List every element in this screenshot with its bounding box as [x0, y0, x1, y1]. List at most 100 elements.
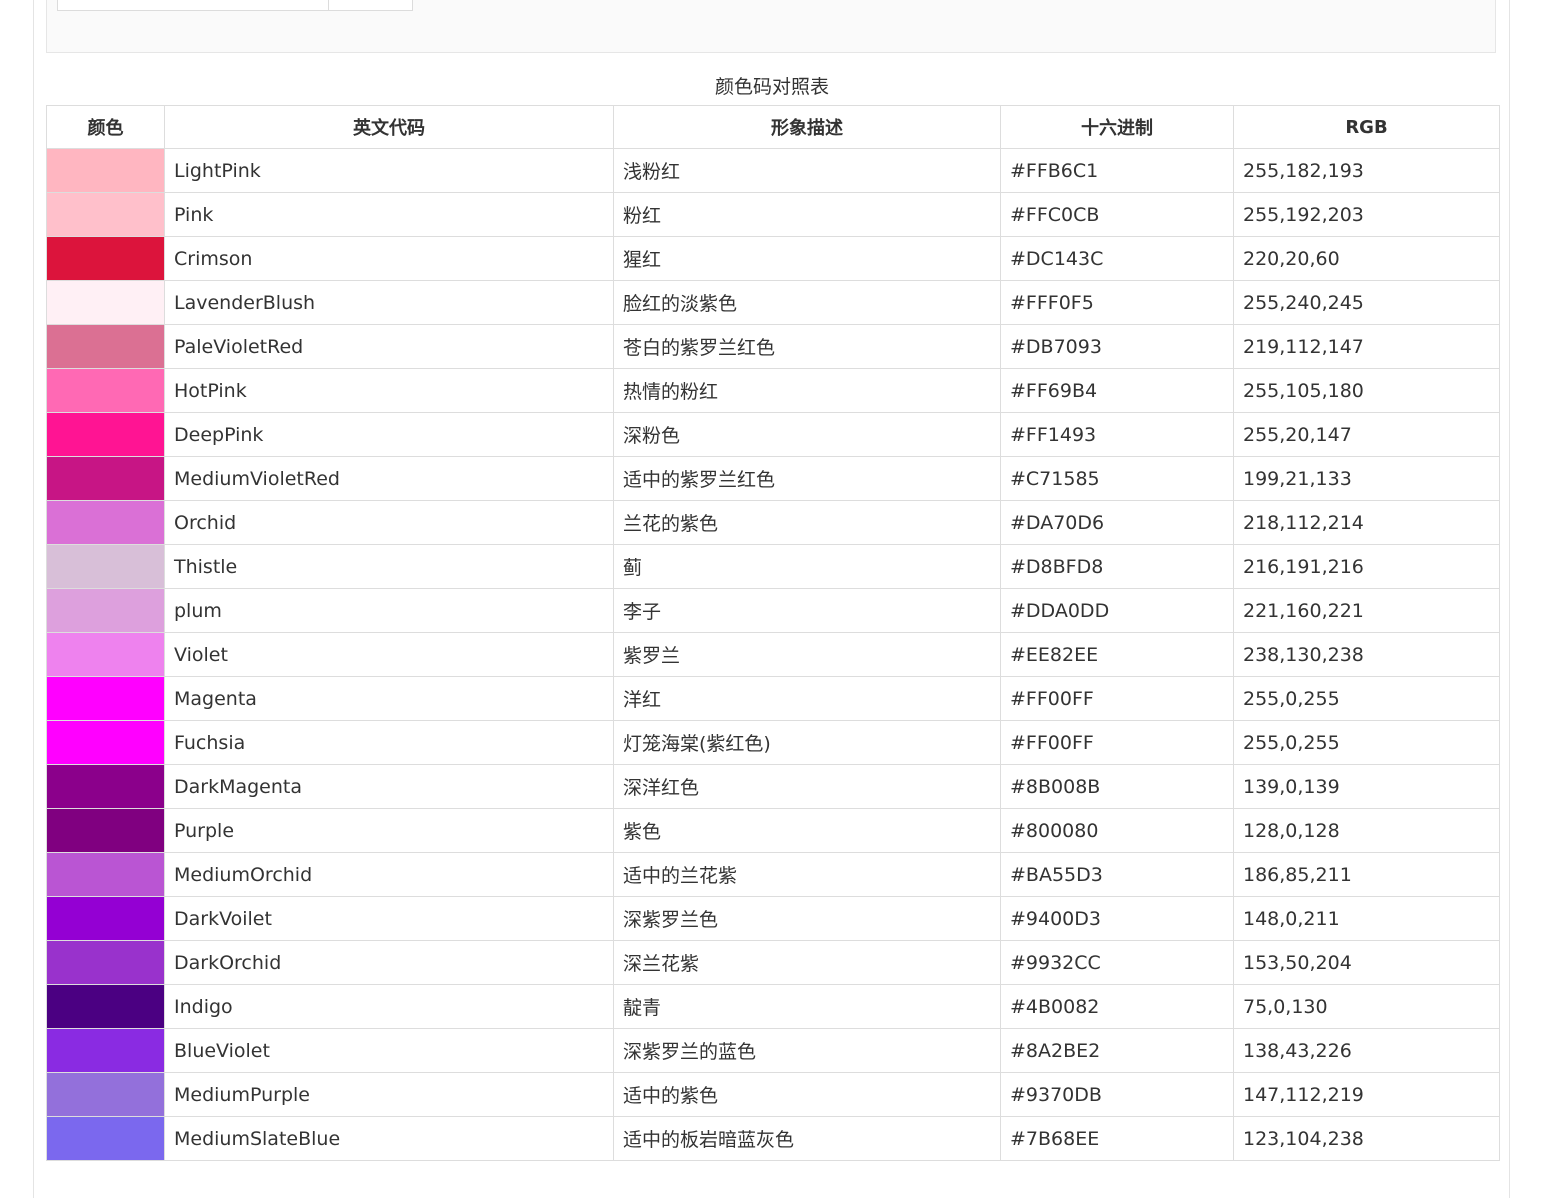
- color-rgb-cell: 220,20,60: [1233, 236, 1500, 281]
- color-desc-cell: 适中的板岩暗蓝灰色: [613, 1116, 1001, 1161]
- color-rgb-cell: 255,182,193: [1233, 148, 1500, 193]
- color-desc-cell: 脸红的淡紫色: [613, 280, 1001, 325]
- color-desc-cell: 李子: [613, 588, 1001, 633]
- article-content: 颜色码对照表 颜色 英文代码 形象描述 十六进制 RGB LightPink 浅粉…: [33, 0, 1510, 1198]
- color-name-cell: DeepPink: [164, 412, 614, 457]
- color-hex-cell: #EE82EE: [1000, 632, 1234, 677]
- color-swatch: [47, 149, 164, 192]
- color-rgb-cell: 218,112,214: [1233, 500, 1500, 545]
- table-row: HotPink 热情的粉红 #FF69B4 255,105,180: [46, 368, 1500, 413]
- color-swatch: [47, 1029, 164, 1072]
- color-swatch: [47, 237, 164, 280]
- color-swatch: [47, 941, 164, 984]
- color-swatch-cell: [46, 940, 165, 985]
- table-row: PaleVioletRed 苍白的紫罗兰红色 #DB7093 219,112,147: [46, 324, 1500, 369]
- color-rgb-cell: 238,130,238: [1233, 632, 1500, 677]
- table-row: Fuchsia 灯笼海棠(紫红色) #FF00FF 255,0,255: [46, 720, 1500, 765]
- color-swatch-cell: [46, 456, 165, 501]
- table-row: DarkMagenta 深洋红色 #8B008B 139,0,139: [46, 764, 1500, 809]
- table-row: plum 李子 #DDA0DD 221,160,221: [46, 588, 1500, 633]
- table-row: Orchid 兰花的紫色 #DA70D6 218,112,214: [46, 500, 1500, 545]
- color-rgb-cell: 75,0,130: [1233, 984, 1500, 1029]
- color-swatch-cell: [46, 148, 165, 193]
- table-row: DarkVoilet 深紫罗兰色 #9400D3 148,0,211: [46, 896, 1500, 941]
- color-desc-cell: 紫罗兰: [613, 632, 1001, 677]
- color-rgb-cell: 153,50,204: [1233, 940, 1500, 985]
- color-hex-cell: #DC143C: [1000, 236, 1234, 281]
- color-swatch-cell: [46, 412, 165, 457]
- color-hex-cell: #DB7093: [1000, 324, 1234, 369]
- color-name-cell: DarkMagenta: [164, 764, 614, 809]
- table-row: DarkOrchid 深兰花紫 #9932CC 153,50,204: [46, 940, 1500, 985]
- color-name-cell: Pink: [164, 192, 614, 237]
- table-caption: 颜色码对照表: [714, 76, 829, 98]
- color-swatch: [47, 457, 164, 500]
- color-hex-cell: #800080: [1000, 808, 1234, 853]
- color-swatch: [47, 413, 164, 456]
- table-row: BlueViolet 深紫罗兰的蓝色 #8A2BE2 138,43,226: [46, 1028, 1500, 1073]
- color-hex-cell: #FF00FF: [1000, 720, 1234, 765]
- color-name-cell: Crimson: [164, 236, 614, 281]
- color-swatch: [47, 1073, 164, 1116]
- color-desc-cell: 兰花的紫色: [613, 500, 1001, 545]
- color-name-cell: plum: [164, 588, 614, 633]
- color-rgb-cell: 255,240,245: [1233, 280, 1500, 325]
- color-swatch: [47, 369, 164, 412]
- color-name-cell: Fuchsia: [164, 720, 614, 765]
- color-name-cell: MediumVioletRed: [164, 456, 614, 501]
- table-row: Crimson 猩红 #DC143C 220,20,60: [46, 236, 1500, 281]
- color-name-cell: BlueViolet: [164, 1028, 614, 1073]
- color-rgb-cell: 148,0,211: [1233, 896, 1500, 941]
- color-name-cell: Magenta: [164, 676, 614, 721]
- color-hex-cell: #9932CC: [1000, 940, 1234, 985]
- color-swatch: [47, 765, 164, 808]
- table-row: Violet 紫罗兰 #EE82EE 238,130,238: [46, 632, 1500, 677]
- color-hex-cell: #D8BFD8: [1000, 544, 1234, 589]
- color-swatch-cell: [46, 632, 165, 677]
- color-swatch-cell: [46, 764, 165, 809]
- color-desc-cell: 深粉色: [613, 412, 1001, 457]
- color-hex-cell: #DA70D6: [1000, 500, 1234, 545]
- table-row: MediumSlateBlue 适中的板岩暗蓝灰色 #7B68EE 123,104,2…: [46, 1116, 1500, 1161]
- color-desc-cell: 洋红: [613, 676, 1001, 721]
- color-swatch-cell: [46, 1072, 165, 1117]
- table-header-row: 颜色 英文代码 形象描述 十六进制 RGB: [46, 105, 1500, 149]
- color-desc-cell: 苍白的紫罗兰红色: [613, 324, 1001, 369]
- color-desc-cell: 猩红: [613, 236, 1001, 281]
- color-name-cell: MediumOrchid: [164, 852, 614, 897]
- color-hex-cell: #FF69B4: [1000, 368, 1234, 413]
- color-hex-cell: #FF1493: [1000, 412, 1234, 457]
- table-row: Pink 粉红 #FFC0CB 255,192,203: [46, 192, 1500, 237]
- previous-table-fragment: [57, 0, 413, 11]
- color-desc-cell: 热情的粉红: [613, 368, 1001, 413]
- color-name-cell: Thistle: [164, 544, 614, 589]
- color-desc-cell: 灯笼海棠(紫红色): [613, 720, 1001, 765]
- color-hex-cell: #C71585: [1000, 456, 1234, 501]
- color-swatch: [47, 501, 164, 544]
- color-swatch-cell: [46, 368, 165, 413]
- color-desc-cell: 适中的紫罗兰红色: [613, 456, 1001, 501]
- color-swatch: [47, 677, 164, 720]
- color-desc-cell: 深紫罗兰色: [613, 896, 1001, 941]
- color-desc-cell: 适中的紫色: [613, 1072, 1001, 1117]
- color-name-cell: Violet: [164, 632, 614, 677]
- color-hex-cell: #DDA0DD: [1000, 588, 1234, 633]
- color-swatch-cell: [46, 500, 165, 545]
- color-swatch-cell: [46, 1116, 165, 1161]
- color-hex-cell: #8B008B: [1000, 764, 1234, 809]
- color-rgb-cell: 139,0,139: [1233, 764, 1500, 809]
- color-desc-cell: 深紫罗兰的蓝色: [613, 1028, 1001, 1073]
- table-row: Purple 紫色 #800080 128,0,128: [46, 808, 1500, 853]
- color-hex-cell: #FF00FF: [1000, 676, 1234, 721]
- color-swatch: [47, 281, 164, 324]
- color-name-cell: LavenderBlush: [164, 280, 614, 325]
- table-row: DeepPink 深粉色 #FF1493 255,20,147: [46, 412, 1500, 457]
- color-rgb-cell: 255,192,203: [1233, 192, 1500, 237]
- color-name-cell: MediumSlateBlue: [164, 1116, 614, 1161]
- header-color: 颜色: [46, 105, 165, 149]
- color-desc-cell: 靛青: [613, 984, 1001, 1029]
- color-desc-cell: 深兰花紫: [613, 940, 1001, 985]
- color-swatch-cell: [46, 588, 165, 633]
- color-desc-cell: 蓟: [613, 544, 1001, 589]
- color-name-cell: MediumPurple: [164, 1072, 614, 1117]
